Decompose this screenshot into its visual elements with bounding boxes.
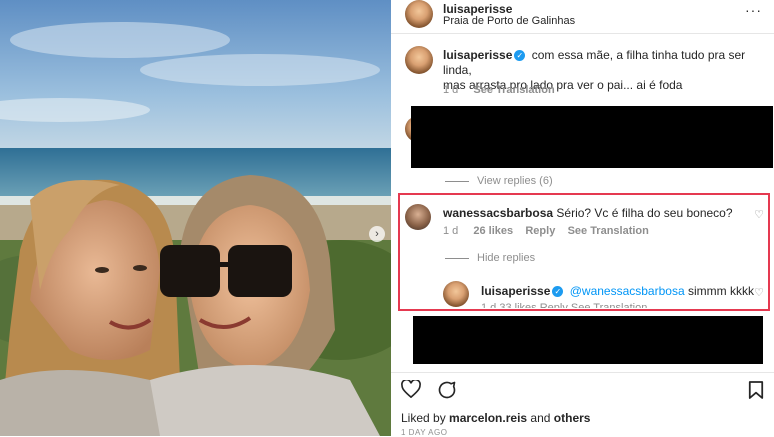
beach-selfie-image: [0, 0, 391, 436]
more-options-icon[interactable]: ···: [745, 2, 762, 18]
view-replies-link[interactable]: View replies (6): [477, 175, 553, 187]
redacted-comment: [413, 316, 763, 364]
action-bar: [391, 378, 774, 402]
post-photo[interactable]: ›: [0, 0, 391, 436]
caption-username[interactable]: luisaperisse: [443, 48, 512, 62]
liked-by-prefix: Liked by: [401, 411, 450, 425]
liked-by: Liked by marcelon.reis and others: [401, 411, 590, 425]
post-header: luisaperisse Praia de Porto de Galinhas …: [391, 0, 774, 32]
heart-icon[interactable]: [401, 380, 421, 398]
post-author[interactable]: luisaperisse: [443, 2, 512, 16]
carousel-next-icon[interactable]: ›: [369, 226, 385, 242]
post-location[interactable]: Praia de Porto de Galinhas: [443, 15, 575, 27]
caption-time[interactable]: 1 d: [443, 84, 458, 96]
divider: [391, 372, 774, 373]
see-translation-link[interactable]: See Translation: [473, 84, 554, 96]
avatar[interactable]: [405, 46, 433, 74]
highlight-box: [398, 193, 770, 311]
liked-by-others[interactable]: others: [554, 411, 591, 425]
avatar[interactable]: [405, 0, 433, 28]
replies-line: [445, 181, 469, 182]
divider: [391, 33, 774, 34]
redacted-comment: [411, 106, 773, 168]
liked-by-and: and: [527, 411, 554, 425]
verified-icon: ✓: [514, 50, 526, 62]
liked-by-user[interactable]: marcelon.reis: [449, 411, 527, 425]
comment-icon[interactable]: [437, 380, 457, 400]
caption-meta: 1 d See Translation: [443, 84, 555, 96]
bookmark-icon[interactable]: [748, 380, 764, 400]
